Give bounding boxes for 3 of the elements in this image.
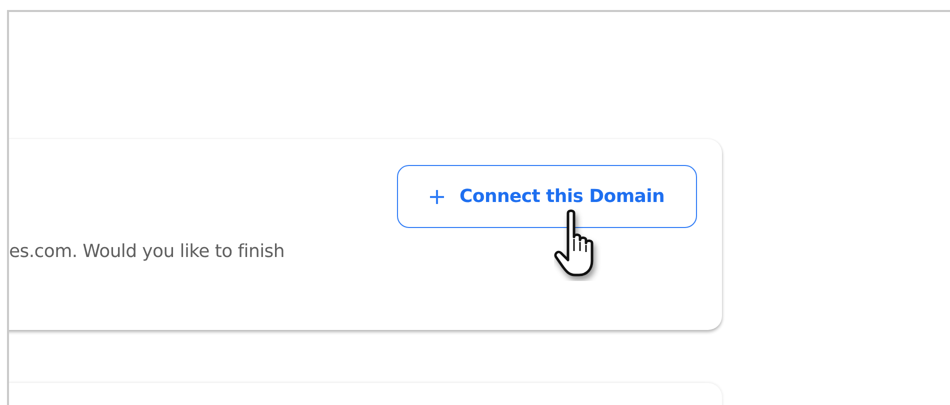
plus-icon — [429, 188, 446, 204]
description-text: es.com. Would you like to finish — [9, 241, 284, 262]
connect-domain-button[interactable]: Connect this Domain — [397, 165, 697, 228]
